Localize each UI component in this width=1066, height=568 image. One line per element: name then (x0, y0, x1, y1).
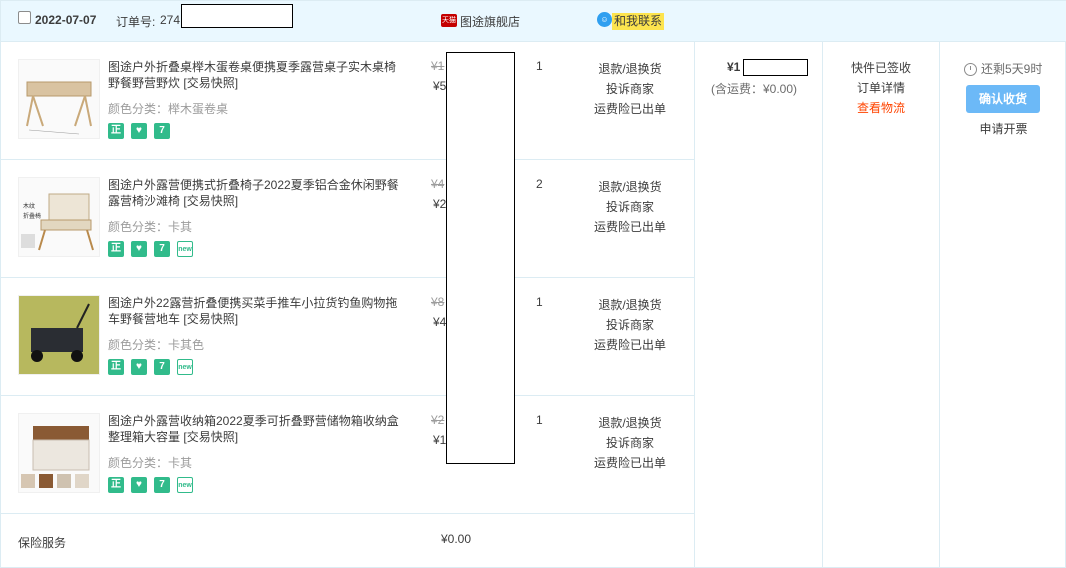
countdown: 还剩5天9时 (964, 60, 1042, 77)
insurance-price: ¥0.00 (441, 532, 472, 546)
service-badges: 正 ♥ 7 new (108, 359, 193, 375)
item-operations: 退款/退换货 投诉商家 运费险已出单 (591, 413, 669, 473)
order-item-row: 图途户外22露营折叠便携买菜手推车小拉货钓鱼购物拖车野餐营地车 [交易快照] 颜… (1, 278, 694, 396)
service-badges: 正 ♥ 7 new (108, 241, 193, 257)
timer-icon (964, 63, 977, 76)
tmall-new-icon[interactable]: new (177, 241, 193, 257)
total-amount: ¥1 (727, 60, 741, 74)
snapshot-link[interactable]: [交易快照] (183, 312, 238, 326)
cup-icon[interactable]: ♥ (131, 477, 147, 493)
snapshot-link[interactable]: [交易快照] (183, 430, 238, 444)
order-number-label: 订单号: (116, 15, 156, 29)
cup-icon[interactable]: ♥ (131, 241, 147, 257)
quantity: 1 (536, 59, 543, 73)
shop-name-link[interactable]: 图途旗舰店 (460, 13, 520, 30)
shipping-fee: (含运费：¥0.00) (711, 82, 798, 96)
tmall-new-icon[interactable]: new (177, 359, 193, 375)
redacted-order-number (181, 4, 293, 28)
authentic-icon[interactable]: 正 (108, 477, 124, 493)
redacted-prices (446, 52, 515, 464)
unit-price: ¥5 (433, 79, 447, 93)
product-thumbnail[interactable] (18, 59, 100, 139)
insurance-label: 保险服务 (18, 536, 67, 550)
seven-day-return-icon[interactable]: 7 (154, 123, 170, 139)
quantity: 2 (536, 177, 543, 191)
order-header: 2022-07-07 订单号: 274 天猫 图途旗舰店 ☺ 和我联系 (1, 1, 1066, 42)
view-logistics-link[interactable]: 查看物流 (823, 98, 939, 118)
original-price: ¥4 (431, 177, 445, 191)
order-status: 快件已签收 订单详情 查看物流 (823, 42, 939, 118)
svg-text:折叠椅: 折叠椅 (23, 212, 41, 220)
original-price: ¥8 (431, 295, 445, 309)
original-price: ¥1 (431, 59, 445, 73)
cup-icon[interactable]: ♥ (131, 123, 147, 139)
tmall-icon: 天猫 (441, 14, 457, 27)
unit-price: ¥2 (433, 197, 447, 211)
snapshot-link[interactable]: [交易快照] (183, 76, 238, 90)
item-operations: 退款/退换货 投诉商家 运费险已出单 (591, 177, 669, 237)
product-sku: 颜色分类：卡其色 (108, 338, 205, 352)
seven-day-return-icon[interactable]: 7 (154, 477, 170, 493)
order-item-row: 木纹 折叠椅 图途户外露营便携式折叠椅子2022夏季铝合金休闲野餐露营椅沙滩椅 … (1, 160, 694, 278)
product-title[interactable]: 图途户外露营收纳箱2022夏季可折叠野营储物箱收纳盒整理箱大容量 [交易快照] (108, 413, 405, 445)
product-thumbnail[interactable] (18, 413, 100, 493)
column-divider (694, 42, 695, 568)
product-title[interactable]: 图途户外露营便携式折叠椅子2022夏季铝合金休闲野餐露营椅沙滩椅 [交易快照] (108, 177, 405, 209)
authentic-icon[interactable]: 正 (108, 123, 124, 139)
quantity: 1 (536, 295, 543, 309)
service-badges: 正 ♥ 7 (108, 123, 170, 139)
shipping-insurance-link[interactable]: 运费险已出单 (591, 453, 669, 473)
snapshot-link[interactable]: [交易快照] (183, 194, 238, 208)
shipping-insurance-link[interactable]: 运费险已出单 (591, 335, 669, 355)
svg-text:木纹: 木纹 (23, 202, 35, 210)
complain-link[interactable]: 投诉商家 (591, 79, 669, 99)
order-item-row: 图途户外折叠桌榉木蛋卷桌便携夏季露营桌子实木桌椅野餐野营野炊 [交易快照] 颜色… (1, 42, 694, 160)
product-sku: 颜色分类：卡其 (108, 220, 193, 234)
item-operations: 退款/退换货 投诉商家 运费险已出单 (591, 59, 669, 119)
order-card: 2022-07-07 订单号: 274 天猫 图途旗舰店 ☺ 和我联系 图途户外… (0, 0, 1066, 568)
unit-price: ¥1 (433, 433, 447, 447)
refund-link[interactable]: 退款/退换货 (591, 59, 669, 79)
seven-day-return-icon[interactable]: 7 (154, 359, 170, 375)
shipping-insurance-link[interactable]: 运费险已出单 (591, 217, 669, 237)
column-divider (822, 42, 823, 568)
quantity: 1 (536, 413, 543, 427)
authentic-icon[interactable]: 正 (108, 359, 124, 375)
contact-seller-button[interactable]: 和我联系 (612, 13, 665, 30)
authentic-icon[interactable]: 正 (108, 241, 124, 257)
product-title[interactable]: 图途户外折叠桌榉木蛋卷桌便携夏季露营桌子实木桌椅野餐野营野炊 [交易快照] (108, 59, 405, 91)
seven-day-return-icon[interactable]: 7 (154, 241, 170, 257)
order-select-checkbox[interactable] (18, 11, 31, 24)
product-thumbnail[interactable]: 木纹 折叠椅 (18, 177, 100, 257)
redacted-total (743, 59, 808, 76)
service-badges: 正 ♥ 7 new (108, 477, 193, 493)
complain-link[interactable]: 投诉商家 (591, 433, 669, 453)
order-detail-link[interactable]: 订单详情 (823, 78, 939, 98)
product-sku: 颜色分类：卡其 (108, 456, 193, 470)
refund-link[interactable]: 退款/退换货 (591, 295, 669, 315)
insurance-row: 保险服务 ¥0.00 (1, 515, 694, 568)
order-item-row: 图途户外露营收纳箱2022夏季可折叠野营储物箱收纳盒整理箱大容量 [交易快照] … (1, 396, 694, 514)
product-sku: 颜色分类：榉木蛋卷桌 (108, 102, 229, 116)
wangwang-icon[interactable]: ☺ (597, 12, 612, 27)
shipping-insurance-link[interactable]: 运费险已出单 (591, 99, 669, 119)
cup-icon[interactable]: ♥ (131, 359, 147, 375)
order-number: 274 (160, 13, 181, 27)
product-title[interactable]: 图途户外22露营折叠便携买菜手推车小拉货钓鱼购物拖车野餐营地车 [交易快照] (108, 295, 405, 327)
refund-link[interactable]: 退款/退换货 (591, 177, 669, 197)
complain-link[interactable]: 投诉商家 (591, 197, 669, 217)
original-price: ¥2 (431, 413, 445, 427)
unit-price: ¥4 (433, 315, 447, 329)
order-date: 2022-07-07 (35, 13, 97, 27)
request-invoice-link[interactable]: 申请开票 (940, 120, 1066, 137)
item-operations: 退款/退换货 投诉商家 运费险已出单 (591, 295, 669, 355)
confirm-receipt-button[interactable]: 确认收货 (966, 85, 1040, 113)
product-thumbnail[interactable] (18, 295, 100, 375)
delivery-status: 快件已签收 (850, 61, 911, 75)
tmall-new-icon[interactable]: new (177, 477, 193, 493)
refund-link[interactable]: 退款/退换货 (591, 413, 669, 433)
complain-link[interactable]: 投诉商家 (591, 315, 669, 335)
